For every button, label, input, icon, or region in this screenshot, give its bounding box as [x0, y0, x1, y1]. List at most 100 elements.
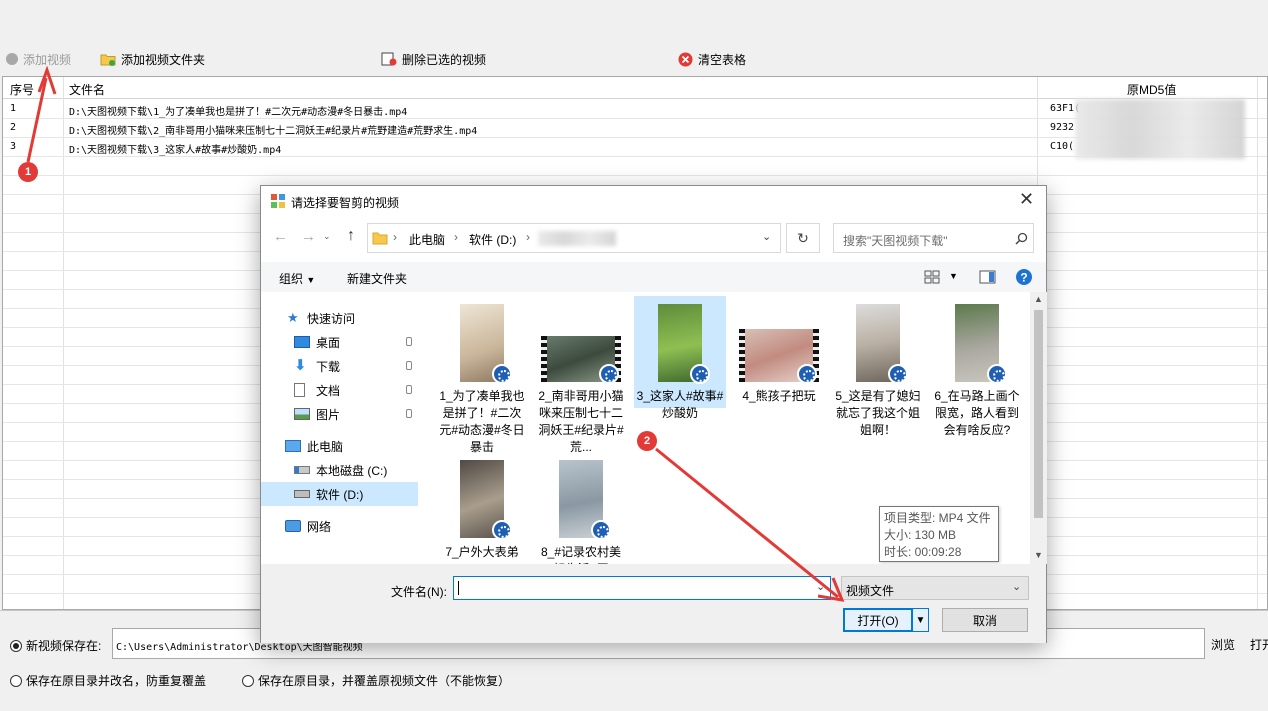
file-list[interactable]: 1_为了凑单我也是拼了！#二次元#动态漫#冬日暴击 2_南非哥用小猫咪来压制七十…: [418, 292, 1030, 564]
add-folder-button[interactable]: 添加视频文件夹: [96, 48, 209, 70]
filename-input[interactable]: ⌄: [453, 576, 831, 600]
recent-dropdown-icon[interactable]: ⌄: [323, 231, 331, 242]
refresh-icon: ↻: [797, 230, 809, 246]
scrollbar-thumb[interactable]: [1034, 310, 1043, 518]
folder-add-icon: [100, 54, 116, 66]
file-item[interactable]: 5_这是有了媳妇就忘了我这个姐姐啊！: [832, 296, 924, 446]
row-md5: 9232: [1050, 122, 1075, 133]
open-file-dialog[interactable]: 请选择要智剪的视频 ✕ ← → ⌄ ↑ › 此电脑 › 软件 (D:) › ⌄ …: [260, 185, 1047, 643]
save-new-label: 新视频保存在:: [26, 639, 102, 653]
address-dropdown-icon[interactable]: ⌄: [762, 230, 771, 243]
breadcrumb-drive-d[interactable]: 软件 (D:): [469, 231, 516, 248]
nav-item-drive-c[interactable]: 本地磁盘 (C:): [261, 458, 418, 482]
file-tooltip: 项目类型: MP4 文件 大小: 130 MB 时长: 00:09:28: [879, 506, 999, 562]
row-index: 3: [10, 141, 17, 152]
add-video-label: 添加视频: [23, 52, 72, 67]
back-arrow-icon[interactable]: ←: [273, 228, 288, 245]
network-icon: [285, 520, 301, 532]
video-badge-icon: [599, 364, 619, 384]
file-item[interactable]: 2_南非哥用小猫咪来压制七十二洞妖王#纪录片#荒...: [535, 296, 627, 454]
forward-arrow-icon[interactable]: →: [301, 228, 316, 245]
nav-item-documents[interactable]: 文档: [261, 378, 418, 402]
filetype-select[interactable]: 视频文件 ⌄: [841, 576, 1029, 600]
open-button[interactable]: 打开(O): [843, 608, 913, 632]
download-icon: ⬇: [294, 357, 307, 374]
pin-icon: [406, 385, 412, 394]
file-item[interactable]: 3_这家人#故事#炒酸奶: [634, 296, 726, 420]
add-video-button[interactable]: 添加视频: [2, 48, 75, 70]
browse-button[interactable]: 浏览: [1211, 636, 1235, 653]
computer-icon: [285, 440, 301, 452]
preview-pane-icon[interactable]: [979, 270, 996, 284]
nav-item-drive-d[interactable]: 软件 (D:): [261, 482, 418, 506]
radio-overwrite[interactable]: [242, 674, 254, 687]
dialog-title: 请选择要智剪的视频: [291, 196, 400, 210]
folder-icon: [372, 232, 388, 245]
document-icon: [294, 383, 305, 397]
file-item[interactable]: 7_户外大表弟: [436, 452, 528, 564]
vertical-scrollbar[interactable]: ▲ ▼: [1030, 292, 1047, 564]
row-filename: D:\天图视频下载\1_为了凑单我也是拼了！#二次元#动态漫#冬日暴击.mp4: [69, 107, 408, 118]
nav-item-pictures[interactable]: 图片: [261, 402, 418, 426]
nav-item-downloads[interactable]: ⬇ 下载: [261, 354, 418, 378]
refresh-button[interactable]: ↻: [786, 223, 820, 253]
step-marker-1: 1: [18, 162, 38, 182]
svg-text:?: ?: [1020, 271, 1027, 285]
address-bar[interactable]: › 此电脑 › 软件 (D:) › ⌄: [367, 223, 781, 253]
search-placeholder: 搜索"天图视频下载": [843, 234, 948, 248]
overwrite-option[interactable]: 保存在原目录，并覆盖原视频文件（不能恢复）: [242, 672, 510, 689]
organize-menu[interactable]: 组织 ▼: [279, 270, 315, 287]
close-icon[interactable]: ✕: [1019, 189, 1034, 210]
overwrite-label: 保存在原目录，并覆盖原视频文件（不能恢复）: [258, 674, 511, 688]
drive-icon: [294, 466, 310, 474]
file-item[interactable]: 1_为了凑单我也是拼了！#二次元#动态漫#冬日暴击: [436, 296, 528, 454]
save-new-option[interactable]: 新视频保存在:: [10, 637, 101, 654]
nav-item-quick-access[interactable]: ★ 快速访问: [261, 306, 418, 330]
text-cursor: [458, 581, 459, 595]
help-icon[interactable]: ?: [1015, 268, 1033, 286]
search-input[interactable]: 搜索"天图视频下载": [833, 223, 1034, 253]
file-item[interactable]: 6_在马路上画个限宽，路人看到会有啥反应?: [931, 296, 1023, 446]
scroll-up-icon[interactable]: ▲: [1034, 294, 1043, 304]
delete-selected-button[interactable]: 删除已选的视频: [377, 48, 490, 70]
open-folder-button[interactable]: 打开: [1250, 636, 1268, 653]
video-badge-icon: [797, 364, 817, 384]
file-label: 2_南非哥用小猫咪来压制七十二洞妖王#纪录片#荒...: [538, 389, 624, 454]
chevron-down-icon[interactable]: ⌄: [816, 580, 825, 593]
clear-table-button[interactable]: 清空表格: [674, 48, 750, 70]
breadcrumb-this-pc[interactable]: 此电脑: [409, 231, 445, 248]
scroll-down-icon[interactable]: ▼: [1034, 550, 1043, 560]
radio-rename[interactable]: [10, 674, 22, 687]
video-badge-icon: [987, 364, 1007, 384]
nav-label: 网络: [307, 519, 332, 534]
delete-selected-label: 删除已选的视频: [402, 52, 487, 67]
open-dropdown-button[interactable]: ▼: [912, 608, 929, 632]
desktop-icon: [294, 336, 310, 348]
file-label: 8_#记录农村美好生活#原: [540, 545, 622, 564]
header-index: 序号: [10, 83, 35, 97]
picture-icon: [294, 408, 310, 420]
nav-item-desktop[interactable]: 桌面: [261, 330, 418, 354]
command-bar: 组织 ▼ 新建文件夹 ▼ ?: [261, 262, 1046, 292]
cancel-button[interactable]: 取消: [942, 608, 1028, 632]
nav-item-this-pc[interactable]: 此电脑: [261, 434, 418, 458]
rename-label: 保存在原目录并改名，防重复覆盖: [26, 674, 207, 688]
file-item[interactable]: 8_#记录农村美好生活#原: [535, 452, 627, 564]
rename-option[interactable]: 保存在原目录并改名，防重复覆盖: [10, 672, 206, 689]
row-filename: D:\天图视频下载\2_南非哥用小猫咪来压制七十二洞妖王#纪录片#荒野建造#荒野…: [69, 126, 478, 137]
row-md5: C10(: [1050, 141, 1075, 152]
chevron-down-icon[interactable]: ⌄: [1012, 580, 1021, 593]
view-dropdown-icon[interactable]: ▼: [949, 271, 958, 281]
pin-icon: [406, 337, 412, 346]
file-item[interactable]: 4_熊孩子把玩: [733, 296, 825, 446]
breadcrumb-redaction: [538, 231, 616, 246]
pin-icon: [406, 409, 412, 418]
nav-item-network[interactable]: 网络: [261, 514, 418, 538]
view-options-icon[interactable]: [924, 270, 940, 284]
table-header: 序号 文件名 原MD5值: [3, 77, 1267, 99]
radio-save-new[interactable]: [10, 639, 22, 652]
navigation-pane[interactable]: ★ 快速访问 桌面 ⬇ 下载 文档 图片 此电脑 本地磁盘 (C:) 软件 (D…: [261, 292, 418, 564]
new-folder-button[interactable]: 新建文件夹: [347, 270, 407, 287]
header-md5: 原MD5值: [1127, 83, 1177, 97]
up-arrow-icon[interactable]: ↑: [347, 227, 355, 245]
